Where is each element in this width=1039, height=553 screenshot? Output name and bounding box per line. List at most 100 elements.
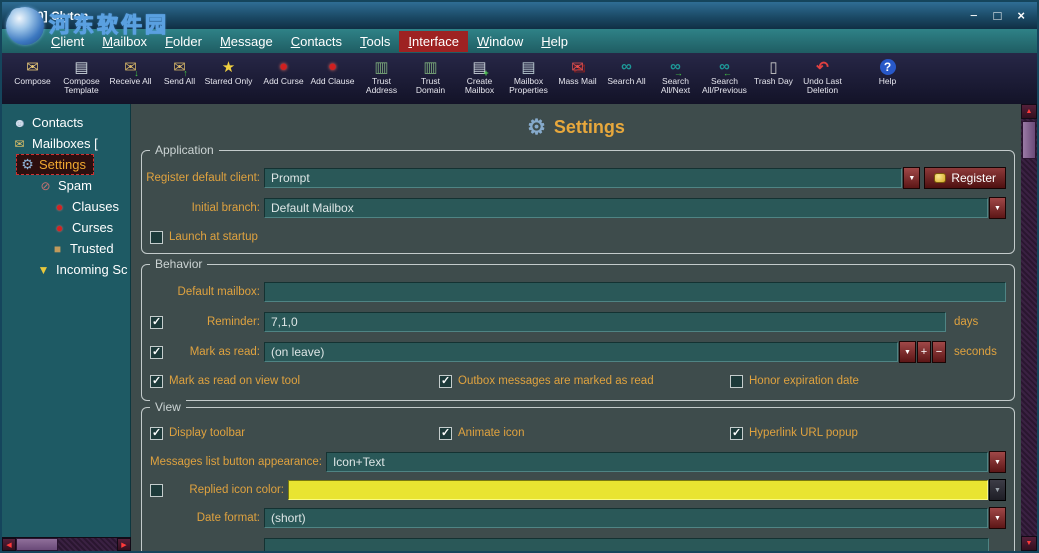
mark-read-decrease-button[interactable]: −	[932, 341, 946, 363]
scrollbar-thumb[interactable]	[16, 538, 58, 551]
sidebar-item-mailboxes[interactable]: Mailboxes [	[2, 133, 130, 154]
compose-template-icon	[74, 56, 88, 77]
partial-field[interactable]	[264, 538, 989, 551]
toolbar-add-clause[interactable]: Add Clause	[308, 56, 357, 102]
close-icon[interactable]	[1017, 8, 1025, 23]
toolbar-label: Compose	[14, 77, 50, 86]
sidebar-item-curses[interactable]: Curses	[2, 217, 130, 238]
send-all-icon	[173, 56, 186, 77]
toolbar-create-mailbox[interactable]: Create Mailbox	[455, 56, 504, 102]
toolbar-add-curse[interactable]: Add Curse	[259, 56, 308, 102]
scrollbar-thumb[interactable]	[1022, 121, 1036, 159]
mark-as-read-dropdown-button[interactable]	[899, 341, 916, 363]
honor-expiration-label: Honor expiration date	[749, 375, 859, 387]
initial-branch-select[interactable]: Default Mailbox	[264, 198, 988, 218]
register-client-dropdown-button[interactable]	[903, 167, 920, 189]
toolbar-trust-address[interactable]: Trust Address	[357, 56, 406, 102]
mark-as-read-select[interactable]: (on leave)	[264, 342, 898, 362]
menu-contacts[interactable]: Contacts	[282, 31, 351, 52]
animate-icon-label: Animate icon	[458, 427, 524, 439]
toolbar-starred-only[interactable]: Starred Only	[204, 56, 253, 102]
toolbar-receive-all[interactable]: Receive All	[106, 56, 155, 102]
replied-icon-color-checkbox[interactable]	[150, 484, 163, 497]
toolbar-mailbox-properties[interactable]: Mailbox Properties	[504, 56, 553, 102]
view-group: View Display toolbar Animate icon Hyperl…	[141, 407, 1015, 551]
incoming-filter-icon	[36, 263, 51, 277]
arrow-down-icon	[1026, 540, 1033, 547]
replied-color-dropdown-button[interactable]	[989, 479, 1006, 501]
toolbar-help[interactable]: Help	[863, 56, 912, 102]
toolbar-compose[interactable]: Compose	[8, 56, 57, 102]
sidebar-item-label: Trusted	[70, 241, 114, 256]
messages-list-appearance-select[interactable]: Icon+Text	[326, 452, 988, 472]
honor-expiration-checkbox[interactable]	[730, 375, 743, 388]
application-group: Application Register default client: Pro…	[141, 150, 1015, 254]
toolbar-label: Search All/Next	[651, 77, 700, 95]
toolbar-mass-mail[interactable]: Mass Mail	[553, 56, 602, 102]
toolbar-search-all[interactable]: Search All	[602, 56, 651, 102]
menu-window[interactable]: Window	[468, 31, 532, 52]
toolbar-trash-day[interactable]: Trash Day	[749, 56, 798, 102]
page-title: Settings	[131, 115, 1021, 140]
menu-tools[interactable]: Tools	[351, 31, 399, 52]
receive-all-icon	[124, 56, 137, 77]
register-button[interactable]: Register	[924, 167, 1006, 189]
launch-at-startup-checkbox[interactable]	[150, 231, 163, 244]
sidebar-item-incoming[interactable]: Incoming Sc	[2, 259, 130, 280]
menu-message[interactable]: Message	[211, 31, 282, 52]
sidebar-item-spam[interactable]: Spam	[2, 175, 130, 196]
scrollbar-track[interactable]	[16, 538, 117, 551]
clauses-icon	[52, 200, 67, 214]
settings-selected-highlight: Settings	[16, 154, 94, 175]
date-format-dropdown-button[interactable]	[989, 507, 1006, 529]
scroll-left-button[interactable]	[2, 538, 16, 551]
reminder-unit-label: days	[954, 316, 1006, 328]
minimize-icon[interactable]	[970, 8, 978, 23]
hyperlink-popup-checkbox[interactable]	[730, 427, 743, 440]
vertical-scrollbar[interactable]	[1021, 104, 1037, 551]
menu-help[interactable]: Help	[532, 31, 577, 52]
sidebar-horizontal-scrollbar[interactable]	[2, 537, 131, 551]
appearance-dropdown-button[interactable]	[989, 451, 1006, 473]
toolbar-compose-template[interactable]: Compose Template	[57, 56, 106, 102]
sidebar-item-contacts[interactable]: Contacts	[2, 112, 130, 133]
toolbar-trust-domain[interactable]: Trust Domain	[406, 56, 455, 102]
outbox-marked-read-checkbox[interactable]	[439, 375, 452, 388]
register-button-label: Register	[951, 171, 996, 185]
toolbar-label: Mass Mail	[558, 77, 596, 86]
date-format-select[interactable]: (short)	[264, 508, 988, 528]
starred-only-icon	[222, 56, 235, 77]
reminder-input[interactable]: 7,1,0	[264, 312, 946, 332]
register-icon	[934, 173, 946, 183]
reminder-checkbox[interactable]	[150, 316, 163, 329]
trust-domain-icon	[423, 56, 437, 77]
scrollbar-track[interactable]	[1021, 119, 1037, 536]
toolbar-search-all-next[interactable]: Search All/Next	[651, 56, 700, 102]
toolbar-label: Create Mailbox	[455, 77, 504, 95]
toolbar-label: Receive All	[109, 77, 151, 86]
toolbar-send-all[interactable]: Send All	[155, 56, 204, 102]
maximize-icon[interactable]	[994, 8, 1002, 23]
chevron-down-icon	[908, 175, 915, 182]
sidebar-item-settings[interactable]: Settings	[2, 154, 130, 175]
display-toolbar-checkbox[interactable]	[150, 427, 163, 440]
initial-branch-dropdown-button[interactable]	[989, 197, 1006, 219]
mark-read-increase-button[interactable]: +	[917, 341, 931, 363]
sidebar-item-trusted[interactable]: Trusted	[2, 238, 130, 259]
scroll-up-button[interactable]	[1021, 104, 1037, 119]
toolbar-undo-last-deletion[interactable]: Undo Last Deletion	[798, 56, 847, 102]
toolbar-search-all-previous[interactable]: Search All/Previous	[700, 56, 749, 102]
scroll-right-button[interactable]	[117, 538, 131, 551]
scroll-down-button[interactable]	[1021, 536, 1037, 551]
arrow-right-icon	[121, 541, 126, 549]
default-mailbox-input[interactable]	[264, 282, 1006, 302]
mark-as-read-checkbox[interactable]	[150, 346, 163, 359]
toolbar-label: Help	[879, 77, 896, 86]
replied-icon-color-swatch[interactable]	[288, 480, 988, 500]
menu-interface[interactable]: Interface	[399, 31, 468, 52]
sidebar-item-clauses[interactable]: Clauses	[2, 196, 130, 217]
watermark-text: 河东软件园	[49, 9, 169, 39]
register-default-client-select[interactable]: Prompt	[264, 168, 902, 188]
mark-read-view-tool-checkbox[interactable]	[150, 375, 163, 388]
animate-icon-checkbox[interactable]	[439, 427, 452, 440]
